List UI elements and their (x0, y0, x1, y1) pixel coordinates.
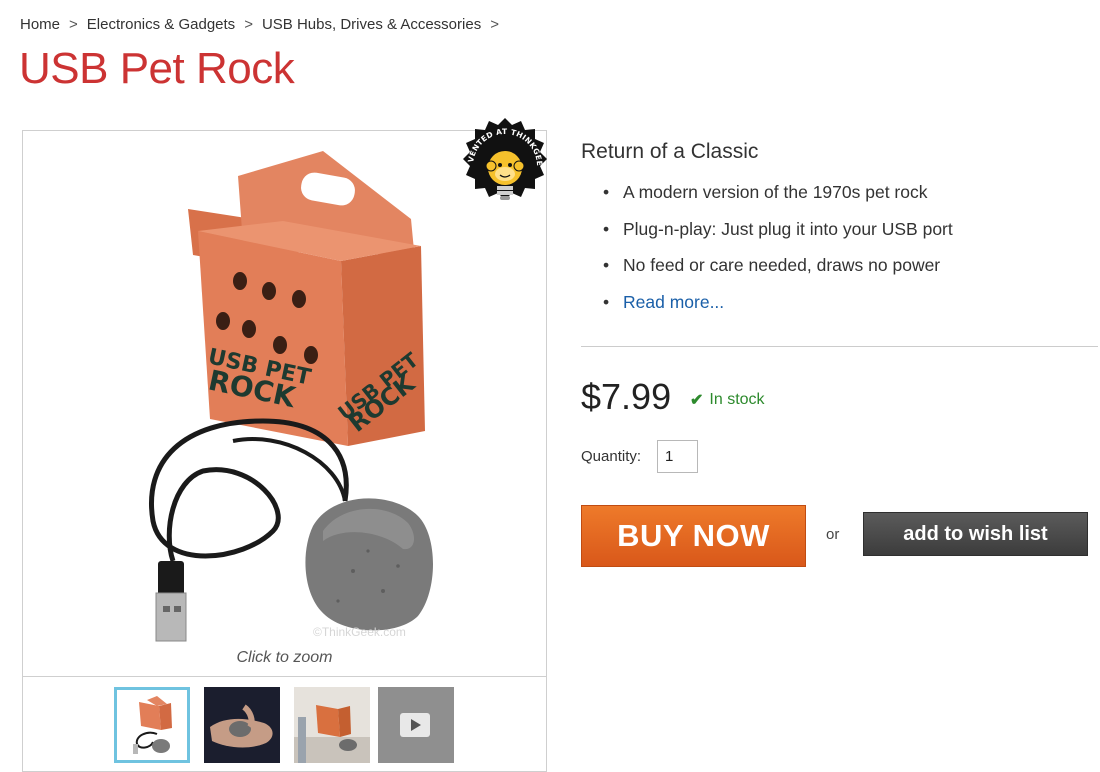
hand-thumbnail-icon (204, 687, 280, 763)
product-subtitle: Return of a Classic (581, 140, 759, 163)
click-to-zoom-label[interactable]: Click to zoom (23, 649, 546, 667)
desk-thumbnail-icon (294, 687, 370, 763)
video-thumbnail-icon (378, 687, 454, 763)
feature-list: A modern version of the 1970s pet rock P… (603, 182, 953, 328)
section-divider (581, 346, 1098, 347)
breadcrumb-electronics[interactable]: Electronics & Gadgets (87, 16, 235, 33)
feature-item: Plug-n-play: Just plug it into your USB … (603, 219, 953, 256)
feature-item: No feed or care needed, draws no power (603, 255, 953, 292)
breadcrumb-usb-hubs[interactable]: USB Hubs, Drives & Accessories (262, 16, 481, 33)
thumbnail-desk[interactable] (294, 687, 370, 763)
feature-item: A modern version of the 1970s pet rock (603, 182, 953, 219)
stock-status-label: In stock (709, 391, 765, 408)
thumbnail-video[interactable] (378, 687, 454, 763)
add-to-wish-list-button[interactable]: add to wish list (863, 512, 1088, 556)
breadcrumb-home[interactable]: Home (20, 16, 60, 33)
product-price: $7.99 (581, 376, 672, 417)
breadcrumb-separator: > (490, 16, 499, 33)
stock-status: ✔ In stock (690, 390, 765, 410)
feature-item-read-more: Read more... (603, 292, 953, 329)
quantity-label: Quantity: (581, 448, 642, 465)
thumbnail-box[interactable] (114, 687, 190, 763)
breadcrumb-separator: > (244, 16, 253, 33)
breadcrumb-separator: > (69, 16, 78, 33)
or-label: or (826, 526, 840, 543)
thumbnail-hand[interactable] (204, 687, 280, 763)
invented-at-thinkgeek-badge: INVENTED AT THINKGEEK (452, 105, 555, 236)
breadcrumb: Home > Electronics & Gadgets > USB Hubs,… (20, 16, 508, 33)
read-more-link[interactable]: Read more... (623, 292, 724, 312)
page-title: USB Pet Rock (19, 44, 295, 93)
image-watermark: ©ThinkGeek.com (313, 625, 406, 639)
buy-now-button[interactable]: BUY NOW (581, 505, 806, 567)
checkmark-icon: ✔ (690, 392, 704, 409)
thinkgeek-monkey-icon: INVENTED AT THINKGEEK (452, 105, 547, 200)
thumbnail-strip (23, 676, 546, 772)
box-thumbnail-icon (117, 690, 187, 760)
quantity-input[interactable] (657, 440, 698, 473)
